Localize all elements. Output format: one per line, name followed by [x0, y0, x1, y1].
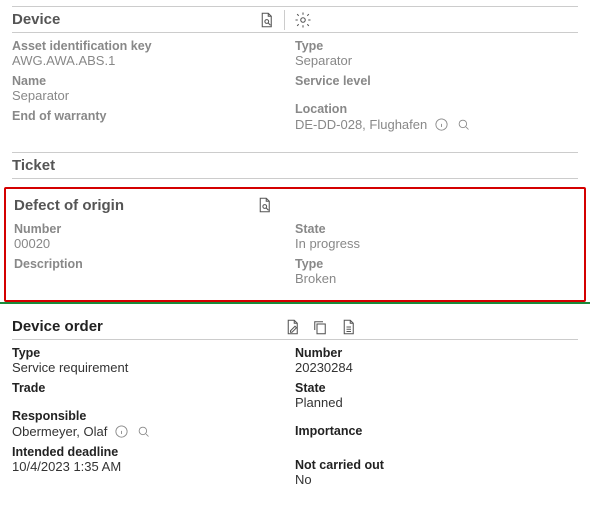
device-header-icons	[256, 10, 313, 30]
ticket-section: Ticket	[0, 146, 590, 187]
order-state-value: Planned	[295, 395, 568, 410]
ticket-title: Ticket	[12, 155, 55, 176]
order-header-icons	[282, 317, 358, 337]
defect-number-label: Number	[14, 222, 285, 236]
search-icon[interactable]	[455, 116, 471, 132]
device-type-label: Type	[295, 39, 568, 53]
document-edit-icon[interactable]	[282, 317, 302, 337]
order-nco-value: No	[295, 472, 568, 487]
ticket-header: Ticket	[12, 152, 578, 179]
asset-key-value: AWG.AWA.ABS.1	[12, 53, 285, 68]
order-deadline-label: Intended deadline	[12, 445, 285, 459]
info-icon[interactable]	[113, 423, 129, 439]
device-name-label: Name	[12, 74, 285, 88]
defect-type-value: Broken	[295, 271, 566, 286]
divider	[284, 10, 285, 30]
device-order-section: Device order Type Service requirement Tr…	[0, 308, 590, 501]
order-header: Device order	[12, 314, 578, 340]
defect-fields: Number 00020 Description State In progre…	[14, 222, 576, 292]
order-responsible-label: Responsible	[12, 409, 285, 423]
order-state-label: State	[295, 381, 568, 395]
defect-description-label: Description	[14, 257, 285, 271]
order-number-value: 20230284	[295, 360, 568, 375]
info-icon[interactable]	[433, 116, 449, 132]
location-label: Location	[295, 102, 568, 116]
device-section: Device Asset identification key AWG.AWA.…	[0, 0, 590, 146]
service-level-label: Service level	[295, 74, 568, 88]
document-search-icon[interactable]	[254, 195, 274, 215]
defect-state-value: In progress	[295, 236, 566, 251]
end-of-warranty-label: End of warranty	[12, 109, 285, 123]
device-fields: Asset identification key AWG.AWA.ABS.1 N…	[12, 39, 578, 138]
copy-icon[interactable]	[310, 317, 330, 337]
order-responsible-value: Obermeyer, Olaf	[12, 424, 107, 439]
device-title: Device	[12, 9, 60, 30]
green-divider	[0, 302, 590, 304]
order-fields: Type Service requirement Trade Responsib…	[12, 346, 578, 493]
document-search-icon[interactable]	[256, 10, 276, 30]
defect-type-label: Type	[295, 257, 566, 271]
order-number-label: Number	[295, 346, 568, 360]
order-type-value: Service requirement	[12, 360, 285, 375]
defect-number-value: 00020	[14, 236, 285, 251]
defect-header: Defect of origin	[14, 193, 576, 218]
device-header: Device	[12, 6, 578, 33]
defect-title: Defect of origin	[14, 195, 124, 216]
defect-highlight-box: Defect of origin Number 00020 Descriptio…	[4, 187, 586, 302]
asset-key-label: Asset identification key	[12, 39, 285, 53]
defect-state-label: State	[295, 222, 566, 236]
location-value: DE-DD-028, Flughafen	[295, 117, 427, 132]
device-type-value: Separator	[295, 53, 568, 68]
order-type-label: Type	[12, 346, 285, 360]
search-icon[interactable]	[135, 423, 151, 439]
order-title: Device order	[12, 316, 103, 337]
order-nco-label: Not carried out	[295, 458, 568, 472]
gear-icon[interactable]	[293, 10, 313, 30]
document-icon[interactable]	[338, 317, 358, 337]
order-deadline-value: 10/4/2023 1:35 AM	[12, 459, 285, 474]
order-trade-label: Trade	[12, 381, 285, 395]
order-importance-label: Importance	[295, 424, 568, 438]
device-name-value: Separator	[12, 88, 285, 103]
